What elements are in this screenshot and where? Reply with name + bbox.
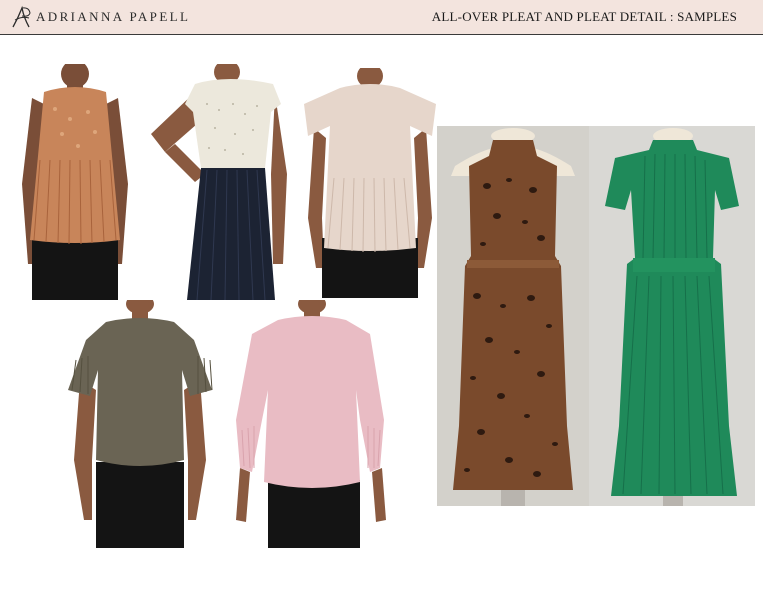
product-photo-ivory-top-navy-skirt[interactable] — [145, 64, 295, 300]
product-photo-emerald-pleated-dress[interactable] — [589, 126, 755, 506]
product-photo-rust-floral-top[interactable] — [10, 64, 140, 300]
product-photo-olive-pleat-sleeve-top[interactable] — [62, 300, 218, 548]
product-photo-pink-balloon-sleeve-top[interactable] — [232, 300, 388, 548]
product-photo-blush-pleated-top[interactable] — [300, 68, 440, 298]
product-photo-leopard-pleated-dress[interactable] — [437, 126, 589, 506]
brand-logo-icon — [12, 5, 31, 28]
page-title: ALL-OVER PLEAT AND PLEAT DETAIL : SAMPLE… — [431, 9, 737, 24]
brand-name: ADRIANNA PAPELL — [36, 9, 191, 24]
header-banner: ADRIANNA PAPELL ALL-OVER PLEAT AND PLEAT… — [0, 0, 763, 35]
